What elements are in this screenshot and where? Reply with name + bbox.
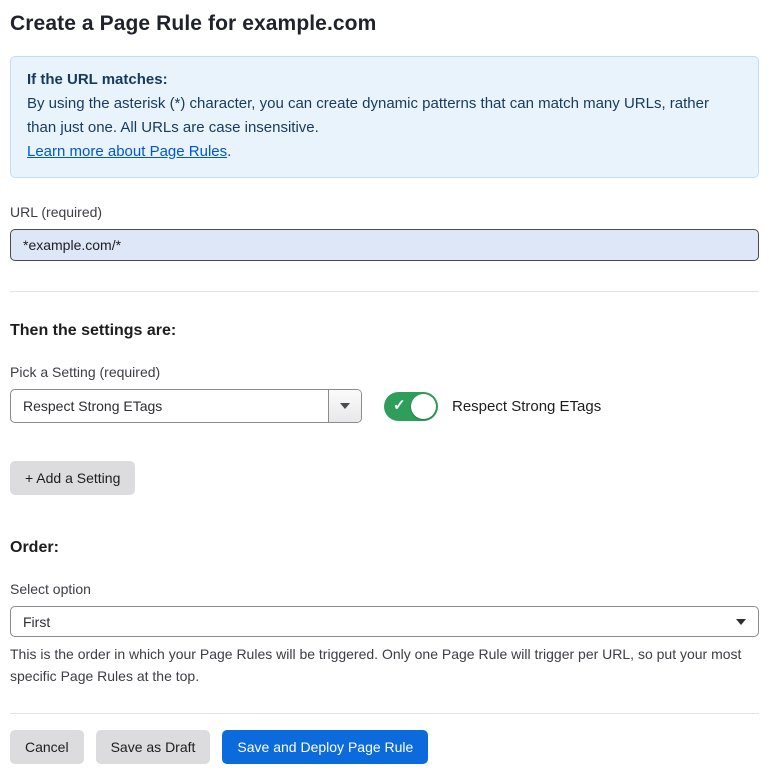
url-input[interactable] <box>10 229 759 261</box>
setting-select[interactable]: Respect Strong ETags <box>10 389 362 423</box>
etags-toggle-group: ✓ Respect Strong ETags <box>384 392 601 421</box>
order-section-heading: Order: <box>10 539 759 557</box>
etags-toggle-label: Respect Strong ETags <box>452 398 601 415</box>
setting-row: Respect Strong ETags ✓ Respect Strong ET… <box>10 389 759 423</box>
page-title: Create a Page Rule for example.com <box>10 12 759 36</box>
url-match-info-box: If the URL matches: By using the asteris… <box>10 56 759 178</box>
create-page-rule-form: Create a Page Rule for example.com If th… <box>0 0 769 782</box>
url-field-label: URL (required) <box>10 204 759 220</box>
setting-select-value: Respect Strong ETags <box>11 390 328 422</box>
pick-setting-label: Pick a Setting (required) <box>10 364 759 380</box>
info-box-body: By using the asterisk (*) character, you… <box>27 95 709 136</box>
order-help-text: This is the order in which your Page Rul… <box>10 643 759 687</box>
footer-divider <box>10 713 759 714</box>
chevron-down-icon <box>736 619 746 625</box>
chevron-down-icon <box>340 403 350 409</box>
order-select-value: First <box>23 614 50 630</box>
cancel-button[interactable]: Cancel <box>10 730 84 764</box>
footer-actions: Cancel Save as Draft Save and Deploy Pag… <box>10 730 759 764</box>
info-link-period: . <box>227 143 231 160</box>
add-setting-button[interactable]: + Add a Setting <box>10 461 135 495</box>
order-select-label: Select option <box>10 581 759 597</box>
save-and-deploy-button[interactable]: Save and Deploy Page Rule <box>222 730 428 764</box>
etags-toggle[interactable]: ✓ <box>384 392 438 421</box>
info-box-heading: If the URL matches: <box>27 68 742 92</box>
settings-section-heading: Then the settings are: <box>10 322 759 340</box>
section-divider <box>10 291 759 292</box>
order-section: Order: Select option First This is the o… <box>10 539 759 687</box>
order-select[interactable]: First <box>10 606 759 637</box>
learn-more-link[interactable]: Learn more about Page Rules <box>27 143 227 160</box>
toggle-knob <box>411 394 436 419</box>
save-as-draft-button[interactable]: Save as Draft <box>96 730 211 764</box>
check-icon: ✓ <box>393 398 406 413</box>
setting-select-arrow-button[interactable] <box>328 390 361 422</box>
